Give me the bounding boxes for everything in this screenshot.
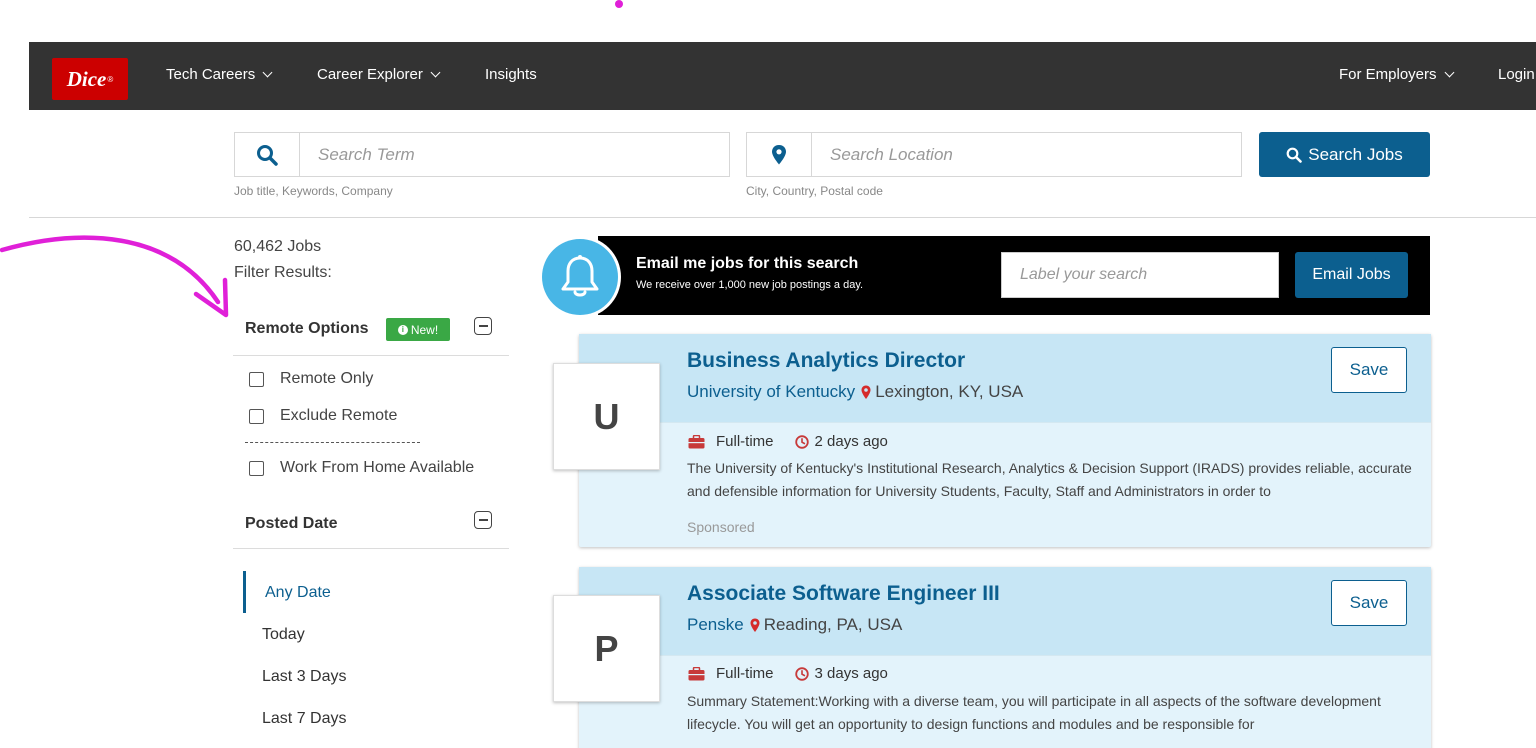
- job-meta: Full-time 2 days ago: [688, 433, 888, 450]
- divider: [233, 548, 509, 549]
- briefcase-icon: [688, 434, 705, 448]
- job-card-header: [579, 567, 1431, 656]
- job-card-header: [579, 334, 1431, 423]
- job-description: Summary Statement:Working with a diverse…: [687, 693, 1381, 732]
- email-alert-title: Email me jobs for this search: [636, 255, 859, 272]
- job-title-link[interactable]: Business Analytics Director: [687, 349, 965, 373]
- date-option-last-3-days[interactable]: Last 3 Days: [262, 668, 346, 686]
- chevron-down-icon: [262, 67, 273, 77]
- job-company-location: University of Kentucky Lexington, KY, US…: [687, 382, 1023, 402]
- collapse-remote-button[interactable]: [474, 317, 492, 335]
- search-term-box: [234, 132, 730, 177]
- email-alert-subtitle: We receive over 1,000 new job postings a…: [636, 279, 864, 291]
- dice-logo[interactable]: Dice ®: [52, 58, 128, 100]
- collapse-posted-date-button[interactable]: [474, 511, 492, 529]
- date-option-any-date[interactable]: Any Date: [265, 584, 331, 602]
- nav-insights[interactable]: Insights: [485, 66, 537, 83]
- filter-results-label: Filter Results:: [234, 264, 332, 281]
- job-description: The University of Kentucky's Institution…: [687, 460, 1412, 499]
- exclude-remote-option[interactable]: Exclude Remote: [249, 407, 397, 425]
- info-icon: i: [397, 324, 408, 335]
- employment-type: Full-time: [716, 665, 774, 682]
- dashed-divider: [245, 442, 420, 443]
- remote-only-option[interactable]: Remote Only: [249, 370, 373, 388]
- label-search-input[interactable]: [1001, 252, 1279, 298]
- search-location-hint: City, Country, Postal code: [746, 184, 883, 198]
- chevron-down-icon: [1444, 67, 1454, 77]
- email-jobs-button[interactable]: Email Jobs: [1295, 252, 1408, 298]
- employment-type: Full-time: [716, 433, 774, 450]
- search-jobs-button[interactable]: Search Jobs: [1259, 132, 1430, 177]
- work-from-home-checkbox[interactable]: [249, 460, 264, 476]
- bell-icon: [539, 236, 621, 318]
- job-card: Associate Software Engineer III Penske R…: [579, 567, 1431, 748]
- company-logo: P: [553, 595, 660, 702]
- company-link[interactable]: Penske: [687, 615, 744, 635]
- posted-time: 3 days ago: [814, 665, 888, 682]
- nav-tech-careers[interactable]: Tech Careers: [166, 66, 273, 83]
- job-location: Reading, PA, USA: [763, 615, 903, 634]
- selected-indicator: [243, 571, 246, 613]
- job-meta: Full-time 3 days ago: [688, 665, 888, 682]
- annotation-dot: [615, 0, 623, 8]
- posted-date-heading: Posted Date: [245, 515, 338, 532]
- nav-for-employers[interactable]: For Employers: [1339, 66, 1454, 83]
- location-pin-icon: [747, 133, 812, 176]
- date-option-last-7-days[interactable]: Last 7 Days: [262, 710, 346, 728]
- annotation-arrow-icon: [0, 235, 229, 318]
- search-icon: [235, 133, 300, 176]
- save-job-button[interactable]: Save: [1331, 347, 1407, 393]
- work-from-home-option[interactable]: Work From Home Available: [249, 459, 474, 477]
- nav-career-explorer[interactable]: Career Explorer: [317, 66, 441, 83]
- company-logo: U: [553, 363, 660, 470]
- chevron-down-icon: [430, 67, 441, 77]
- date-option-today[interactable]: Today: [262, 626, 305, 644]
- save-job-button[interactable]: Save: [1331, 580, 1407, 626]
- header-divider: [29, 217, 1536, 218]
- briefcase-icon: [688, 666, 705, 680]
- location-pin-icon: [750, 618, 760, 632]
- jobs-count: 60,462 Jobs: [234, 238, 322, 255]
- search-location-input[interactable]: [813, 133, 1241, 176]
- clock-icon: [794, 666, 809, 681]
- location-pin-icon: [861, 385, 871, 399]
- new-badge: i New!: [386, 318, 450, 341]
- search-term-input[interactable]: [301, 133, 729, 176]
- remote-only-checkbox[interactable]: [249, 371, 264, 387]
- job-card: Business Analytics Director University o…: [579, 334, 1431, 547]
- sponsored-label: Sponsored: [687, 519, 755, 535]
- job-company-location: Penske Reading, PA, USA: [687, 615, 902, 635]
- search-location-box: [746, 132, 1242, 177]
- top-navbar: Dice ® Tech Careers Career Explorer Insig…: [29, 42, 1536, 110]
- nav-login[interactable]: Login: [1498, 66, 1535, 83]
- job-location: Lexington, KY, USA: [875, 382, 1024, 401]
- exclude-remote-checkbox[interactable]: [249, 408, 264, 424]
- divider: [233, 355, 509, 356]
- remote-options-heading: Remote Options: [245, 320, 369, 337]
- clock-icon: [794, 434, 809, 449]
- company-link[interactable]: University of Kentucky: [687, 382, 855, 402]
- posted-time: 2 days ago: [814, 433, 888, 450]
- search-term-hint: Job title, Keywords, Company: [234, 184, 393, 198]
- job-title-link[interactable]: Associate Software Engineer III: [687, 582, 1000, 606]
- search-icon: [1286, 147, 1303, 163]
